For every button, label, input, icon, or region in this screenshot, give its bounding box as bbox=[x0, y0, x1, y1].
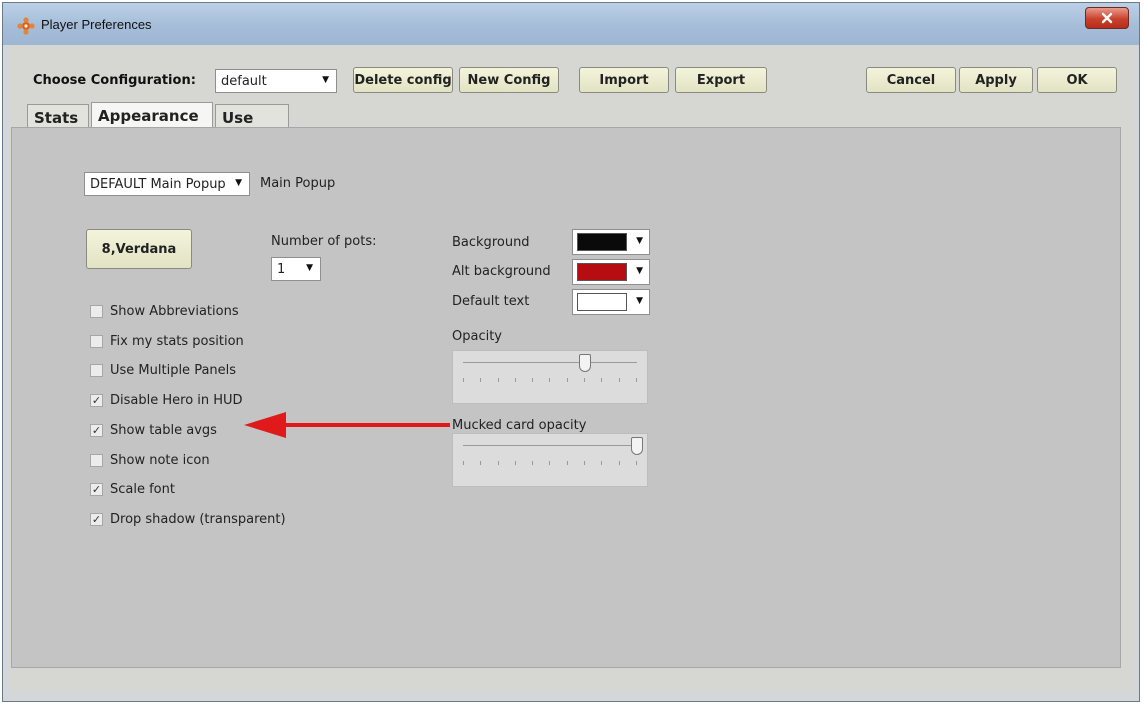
window-title: Player Preferences bbox=[41, 17, 152, 32]
default-text-color-label: Default text bbox=[452, 294, 530, 309]
number-of-pots-label: Number of pots: bbox=[271, 234, 377, 249]
default-text-color-picker[interactable]: ▼ bbox=[572, 289, 650, 315]
opacity-label: Opacity bbox=[452, 329, 503, 344]
fix-stats-position-label: Fix my stats position bbox=[110, 334, 244, 349]
configuration-select-value: default bbox=[221, 74, 267, 89]
window-close-button[interactable] bbox=[1085, 7, 1129, 29]
font-button[interactable]: 8,Verdana bbox=[86, 229, 192, 269]
show-note-icon-checkbox[interactable] bbox=[90, 454, 103, 467]
dialog-client-area: Choose Configuration: default ▼ Delete c… bbox=[9, 45, 1133, 691]
background-color-swatch bbox=[577, 233, 627, 251]
opacity-slider-track bbox=[463, 362, 637, 363]
show-abbreviations-label: Show Abbreviations bbox=[110, 304, 239, 319]
opacity-slider-ticks bbox=[463, 378, 637, 382]
background-color-picker[interactable]: ▼ bbox=[572, 229, 650, 255]
mucked-card-opacity-label: Mucked card opacity bbox=[452, 418, 587, 433]
mucked-card-opacity-slider[interactable] bbox=[452, 433, 648, 487]
annotation-arrow-head bbox=[244, 412, 286, 438]
chevron-down-icon: ▼ bbox=[636, 236, 643, 246]
delete-config-button[interactable]: Delete config bbox=[353, 67, 453, 93]
appearance-panel: DEFAULT Main Popup ▼ Main Popup 8,Verdan… bbox=[11, 127, 1121, 668]
disable-hero-label: Disable Hero in HUD bbox=[110, 393, 243, 408]
choose-configuration-label: Choose Configuration: bbox=[33, 73, 196, 88]
show-table-avgs-checkbox[interactable]: ✓ bbox=[90, 424, 103, 437]
chevron-down-icon: ▼ bbox=[636, 296, 643, 306]
alt-background-color-label: Alt background bbox=[452, 264, 551, 279]
close-icon bbox=[1101, 12, 1113, 24]
title-bar[interactable]: Player Preferences bbox=[3, 3, 1139, 45]
configuration-select[interactable]: default ▼ bbox=[215, 69, 337, 93]
tab-appearance[interactable]: Appearance bbox=[91, 102, 213, 128]
use-multiple-panels-label: Use Multiple Panels bbox=[110, 363, 237, 378]
export-button[interactable]: Export bbox=[675, 67, 767, 93]
scale-font-label: Scale font bbox=[110, 482, 175, 497]
chevron-down-icon: ▼ bbox=[306, 263, 313, 273]
tab-use-for[interactable]: Use for bbox=[215, 104, 289, 145]
default-text-color-swatch bbox=[577, 293, 627, 311]
mucked-slider-thumb[interactable] bbox=[631, 437, 643, 455]
background-color-label: Background bbox=[452, 235, 530, 250]
show-table-avgs-label: Show table avgs bbox=[110, 423, 217, 438]
popup-select[interactable]: DEFAULT Main Popup ▼ bbox=[84, 172, 250, 196]
main-popup-label: Main Popup bbox=[260, 176, 336, 191]
player-preferences-window: Player Preferences Choose Configuration:… bbox=[2, 2, 1140, 702]
apply-button[interactable]: Apply bbox=[959, 67, 1033, 93]
new-config-button[interactable]: New Config bbox=[459, 67, 559, 93]
ok-button[interactable]: OK bbox=[1037, 67, 1117, 93]
checkmark-icon: ✓ bbox=[91, 424, 102, 437]
number-of-pots-value: 1 bbox=[277, 262, 286, 277]
opacity-slider-thumb[interactable] bbox=[578, 354, 591, 372]
chevron-down-icon: ▼ bbox=[235, 178, 242, 188]
number-of-pots-select[interactable]: 1 ▼ bbox=[271, 257, 321, 281]
chevron-down-icon: ▼ bbox=[322, 75, 329, 85]
use-multiple-panels-checkbox[interactable] bbox=[90, 364, 103, 377]
import-button[interactable]: Import bbox=[579, 67, 669, 93]
annotation-arrow bbox=[244, 412, 450, 438]
tab-stats[interactable]: Stats bbox=[27, 104, 89, 128]
disable-hero-checkbox[interactable]: ✓ bbox=[90, 394, 103, 407]
chevron-down-icon: ▼ bbox=[636, 266, 643, 276]
show-abbreviations-checkbox[interactable] bbox=[90, 305, 103, 318]
scale-font-checkbox[interactable]: ✓ bbox=[90, 483, 103, 496]
mucked-slider-track bbox=[463, 445, 637, 446]
app-icon bbox=[17, 17, 35, 35]
checkmark-icon: ✓ bbox=[91, 394, 102, 407]
opacity-slider[interactable] bbox=[452, 350, 648, 404]
alt-background-color-picker[interactable]: ▼ bbox=[572, 259, 650, 285]
drop-shadow-checkbox[interactable]: ✓ bbox=[90, 513, 103, 526]
mucked-slider-ticks bbox=[463, 461, 637, 465]
alt-background-color-swatch bbox=[577, 263, 627, 281]
checkmark-icon: ✓ bbox=[91, 483, 102, 496]
show-note-icon-label: Show note icon bbox=[110, 453, 210, 468]
drop-shadow-label: Drop shadow (transparent) bbox=[110, 512, 286, 527]
fix-stats-position-checkbox[interactable] bbox=[90, 335, 103, 348]
cancel-button[interactable]: Cancel bbox=[866, 67, 956, 93]
popup-select-value: DEFAULT Main Popup bbox=[90, 177, 226, 192]
checkmark-icon: ✓ bbox=[91, 513, 102, 526]
